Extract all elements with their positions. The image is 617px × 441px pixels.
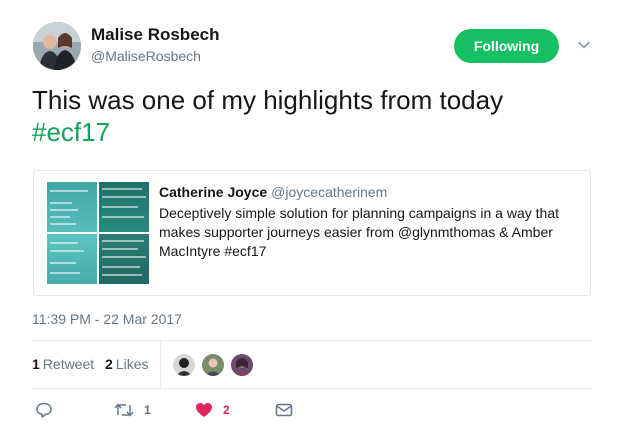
heart-icon bbox=[196, 403, 212, 417]
tweet-text: This was one of my highlights from today… bbox=[32, 84, 592, 148]
retweets-stat[interactable]: 1 Retweet bbox=[32, 356, 94, 372]
direct-message-button[interactable] bbox=[275, 400, 293, 420]
profile-photo-icon bbox=[231, 354, 253, 376]
slide-thumbnail bbox=[47, 182, 97, 232]
quoted-display-name[interactable]: Catherine Joyce bbox=[159, 184, 267, 200]
reply-button[interactable] bbox=[35, 400, 53, 420]
quoted-tweet-text: Deceptively simple solution for planning… bbox=[159, 205, 559, 259]
chevron-down-icon[interactable] bbox=[577, 40, 591, 50]
retweet-count: 1 bbox=[144, 403, 151, 417]
presentation-slides-thumbnail[interactable] bbox=[47, 182, 149, 284]
quoted-tweet-card[interactable]: Catherine Joyce @joycecatherinem Deceptiv… bbox=[33, 170, 591, 296]
slide-thumbnail bbox=[47, 234, 97, 284]
envelope-icon bbox=[275, 403, 293, 417]
quoted-handle[interactable]: @joycecatherinem bbox=[271, 184, 387, 200]
divider bbox=[160, 341, 161, 387]
author-display-name[interactable]: Malise Rosbech bbox=[91, 25, 220, 45]
liker-avatar[interactable] bbox=[200, 352, 226, 378]
divider bbox=[32, 340, 592, 341]
likes-label: Likes bbox=[115, 356, 149, 372]
slide-thumbnail bbox=[99, 182, 149, 232]
profile-photo-icon bbox=[202, 354, 224, 376]
retweets-label: Retweet bbox=[42, 356, 95, 372]
liker-avatar[interactable] bbox=[229, 352, 255, 378]
profile-photo-icon bbox=[33, 22, 81, 70]
slide-thumbnail bbox=[99, 234, 149, 284]
likes-count: 2 bbox=[105, 356, 113, 372]
like-button[interactable]: 2 bbox=[195, 400, 230, 420]
liker-avatar[interactable] bbox=[171, 352, 197, 378]
like-count: 2 bbox=[223, 403, 230, 417]
author-handle[interactable]: @MaliseRosbech bbox=[91, 48, 201, 64]
author-avatar[interactable] bbox=[33, 22, 81, 70]
retweet-button[interactable]: 1 bbox=[114, 400, 151, 420]
tweet-body: This was one of my highlights from today bbox=[32, 85, 504, 115]
following-button[interactable]: Following bbox=[454, 29, 559, 63]
tweet-hashtag-link[interactable]: #ecf17 bbox=[32, 117, 110, 147]
retweets-count: 1 bbox=[32, 356, 40, 372]
retweet-icon bbox=[114, 403, 134, 417]
divider bbox=[32, 388, 592, 389]
likes-stat[interactable]: 2 Likes bbox=[105, 356, 148, 372]
reply-icon bbox=[36, 402, 52, 418]
profile-photo-icon bbox=[173, 354, 195, 376]
tweet-timestamp[interactable]: 11:39 PM - 22 Mar 2017 bbox=[32, 311, 182, 327]
quoted-author[interactable]: Catherine Joyce @joycecatherinem bbox=[159, 184, 387, 200]
